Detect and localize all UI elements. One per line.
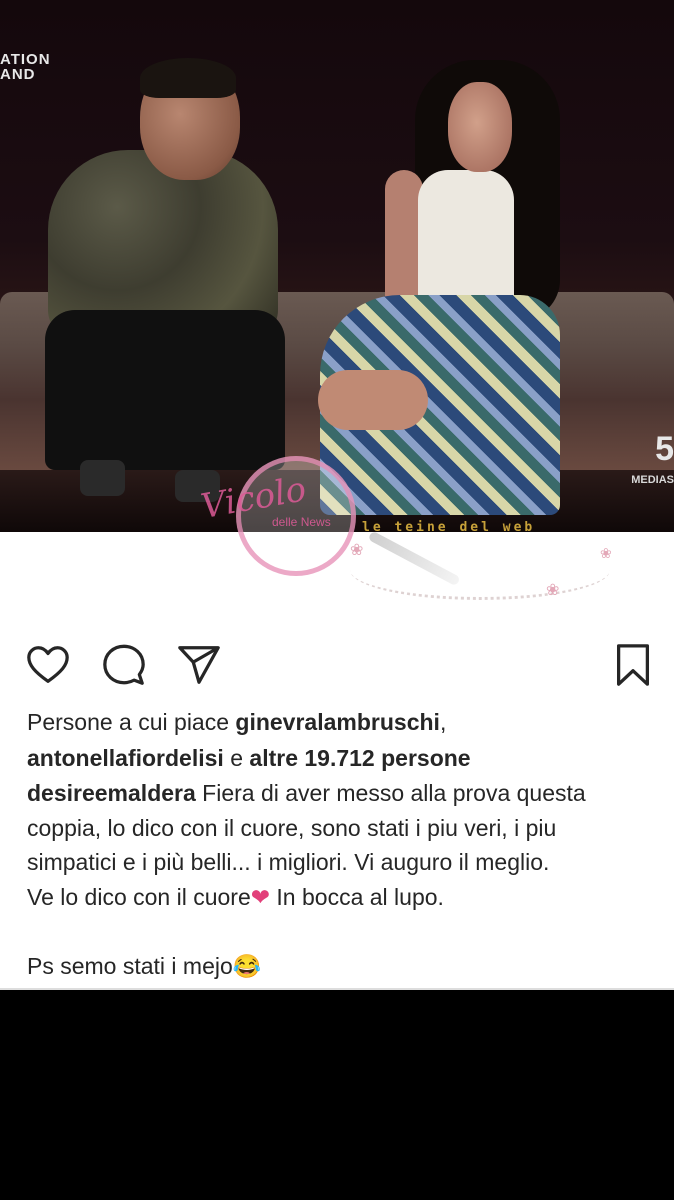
heart-emoji-icon: ❤ (250, 883, 271, 910)
woman-figure-top (418, 170, 514, 310)
tv-screenshot: ATION AND 5 MEDIAS (0, 0, 674, 532)
woman-figure-face (448, 82, 512, 172)
other-likers-link[interactable]: altre 19.712 persone (249, 745, 470, 771)
caption-text: Ps semo stati i mejo (27, 952, 233, 979)
paw-print-icon: ❀ (546, 582, 560, 599)
post-caption: desireemaldera Fiera di aver messo alla … (27, 776, 657, 983)
tv-show-logo: ATION AND (0, 51, 51, 83)
post-photo[interactable]: ATION AND 5 MEDIAS Vicolo delle News le (0, 0, 674, 620)
paw-print-icon: ❀ (600, 545, 612, 561)
watermark-dotted-trail (350, 540, 610, 600)
liker-username[interactable]: ginevralambruschi (235, 709, 440, 735)
instagram-post: ATION AND 5 MEDIAS Vicolo delle News le (0, 0, 674, 990)
caption-text: coppia, lo dico con il cuore, sono stati… (27, 814, 557, 841)
paw-print-icon: ❀ (350, 542, 364, 559)
man-figure-hair (140, 58, 236, 98)
man-shoe-left (80, 460, 125, 496)
caption-text: Ve lo dico con il cuore (27, 883, 251, 910)
bookmark-icon[interactable] (610, 642, 656, 688)
woman-figure-leg (318, 370, 428, 430)
post-action-bar (0, 636, 674, 692)
caption-text: Fiera di aver messo alla prova questa (195, 780, 586, 806)
liker-username[interactable]: antonellafiordelisi (27, 745, 224, 771)
caption-text: In bocca al lupo. (270, 883, 444, 910)
man-figure-legs (45, 310, 285, 470)
watermark-sub-text: delle News (272, 515, 331, 529)
blank-area (0, 990, 674, 1200)
caption-author-username[interactable]: desireemaldera (27, 780, 196, 806)
channel-logo: 5 (655, 430, 674, 468)
likes-prefix: Persone a cui piace (27, 709, 236, 735)
heart-outline-icon[interactable] (25, 642, 71, 688)
likes-summary: Persone a cui piace ginevralambruschi, a… (27, 709, 471, 771)
comment-bubble-icon[interactable] (101, 642, 147, 688)
channel-sub-logo: MEDIAS (631, 474, 674, 486)
watermark-band-text: le teine del web (362, 520, 536, 535)
paper-plane-icon[interactable] (176, 642, 222, 688)
laughing-emoji-icon: 😂 (232, 952, 262, 979)
caption-text: simpatici e i più belli... i migliori. V… (27, 849, 550, 875)
